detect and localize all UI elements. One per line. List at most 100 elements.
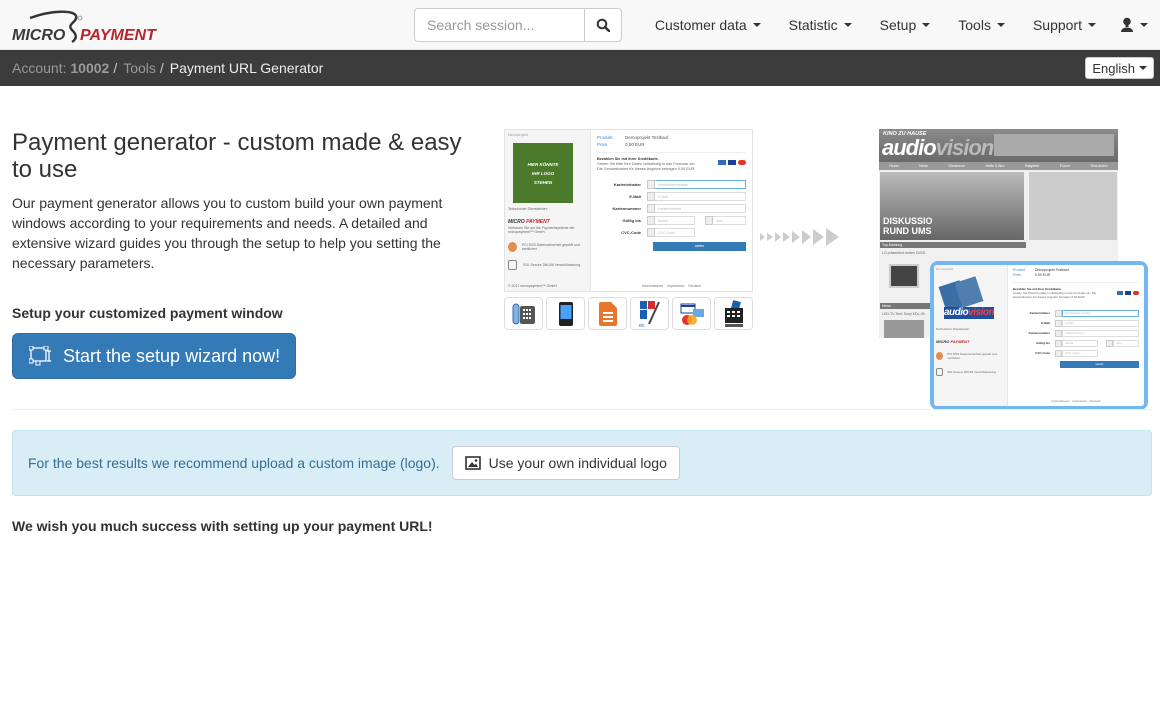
arrow-sequence (760, 228, 839, 246)
field-label: Gültig bis (622, 218, 641, 223)
ec-debit-icon[interactable]: ec (630, 297, 669, 330)
use-own-logo-button[interactable]: Use your own individual logo (451, 446, 680, 480)
pci-seal: PCI DSS Datensicherheit geprüft und zert… (936, 352, 1005, 360)
product-label: Produkt (597, 135, 613, 140)
mobile-payment-icon[interactable] (546, 297, 585, 330)
intro-description: Our payment generator allows you to cust… (12, 195, 443, 271)
mastercard-icon (738, 160, 746, 165)
field-label: Karteninhaber (613, 182, 641, 187)
field-input: Kartennummer (1062, 329, 1139, 337)
pci-badge-icon (936, 352, 944, 360)
caret-down-icon (1139, 66, 1147, 70)
embedded-form: Produkt Demoprojekt Testkauf Preis 0,50 EU… (1008, 265, 1144, 406)
micropayment-logo[interactable]: MICRO PAYMENT (12, 8, 162, 44)
field-row: Gültig bis Monat Jahr (597, 216, 746, 225)
site-logo: audiovision (882, 135, 994, 160)
pay-title: Bezahlen Sie mit Ihrer Kreditkarte. (597, 157, 659, 161)
breadcrumb-account[interactable]: Account: 10002 (12, 60, 109, 76)
user-icon (1055, 309, 1062, 317)
field-input: Kartennummer (655, 204, 746, 213)
menu-customer-data[interactable]: Customer data (641, 0, 775, 50)
user-icon (647, 180, 655, 189)
arrow-icon (775, 232, 781, 242)
menu-support[interactable]: Support (1019, 0, 1110, 50)
prepaid-card-icon[interactable] (714, 297, 753, 330)
ssl-lock-icon (936, 368, 943, 376)
mag-logo-b: vision (968, 307, 995, 318)
site-header: KINO ZU HAUSE audiovision (879, 129, 1118, 162)
breadcrumb-separator: / (159, 60, 164, 76)
wizard-button-label: Start the setup wizard now! (63, 345, 281, 366)
caret-down-icon (996, 23, 1005, 27)
field-label: CVC-Code (1035, 351, 1050, 355)
phone-payment-icon[interactable] (504, 297, 543, 330)
use-own-logo-label: Use your own individual logo (488, 455, 667, 471)
search-button[interactable] (584, 8, 622, 42)
svg-text:PAYMENT: PAYMENT (80, 27, 157, 44)
pci-text: PCI DSS Datensicherheit geprüft und zert… (521, 243, 580, 251)
site-logo-a: audio (882, 135, 937, 160)
price-row: Preis 0,50 EUR (1013, 273, 1139, 278)
site-nav-item: Test-Archiv (1090, 164, 1108, 168)
invoice-icon[interactable] (588, 297, 627, 330)
menu-label: Statistic (788, 17, 838, 33)
mini-logo-right: PAYMENT (950, 339, 970, 344)
breadcrumb-tools[interactable]: Tools (123, 60, 156, 76)
search-session-input[interactable] (414, 8, 584, 42)
field-row: E-Mail E-Mail (597, 192, 746, 201)
ssl-seal: SSL Secure 256-Bit Verschlüsselung (936, 368, 1005, 376)
menu-label: Support (1032, 17, 1082, 33)
field-label: Karteninhaber (1029, 311, 1050, 315)
site-top-headline: LG präsentiert ersten OLED (882, 251, 926, 255)
logo-placeholder-line: HIER KÖNNTE (527, 161, 559, 167)
menu-tools[interactable]: Tools (944, 0, 1019, 50)
calendar-icon (647, 216, 655, 225)
pay-info: Bezahlen Sie mit Ihrer Kreditkarte. Geben… (1013, 287, 1103, 299)
menu-statistic[interactable]: Statistic (775, 0, 866, 50)
pay-info: Bezahlen Sie mit Ihrer Kreditkarte. Gebe… (597, 157, 746, 172)
mp-trust-text: Vertrauen Sie auf die Paymentsysteme der… (508, 226, 575, 234)
menu-setup[interactable]: Setup (866, 0, 945, 50)
visa-icon (1125, 291, 1131, 295)
custom-logo-image: audiovision (938, 276, 995, 321)
preview-divider (597, 152, 746, 153)
alert-text: For the best results we recommend upload… (28, 455, 440, 471)
mini-logo-right: PAYMENT (526, 219, 550, 225)
footer-link: Impressum (667, 284, 685, 288)
footer-link: Informationen (641, 284, 664, 288)
language-selector[interactable]: English (1085, 57, 1154, 79)
preview-demo-label: Demoprojekt (508, 133, 528, 137)
site-hero-text: DISKUSSIO RUND UMS (883, 216, 933, 236)
section-divider (12, 409, 1152, 410)
session-search (414, 8, 622, 42)
site-nav-item: Hefte & Abo (985, 164, 1005, 168)
breadcrumb-bar: Account: 10002 / Tools / Payment URL Gen… (0, 50, 1160, 86)
credit-card-icon[interactable] (672, 297, 711, 330)
start-wizard-button[interactable]: Start the setup wizard now! (12, 333, 296, 379)
field-input: CVC-Code (1062, 349, 1098, 357)
field-row: Gültig bis Monat Jahr (1013, 339, 1139, 347)
preview-footer: Informationen Impressum Deutsch (591, 284, 752, 288)
site-side-banner (1029, 172, 1117, 240)
svg-text:ec: ec (639, 323, 645, 328)
ssl-lock-icon (508, 260, 517, 270)
card-logos (718, 160, 746, 165)
site-nav-item: Forum (1059, 164, 1070, 168)
field-label: Kartennummer (612, 206, 641, 211)
card-icon (647, 204, 655, 213)
field-input: E-Mail (655, 192, 746, 201)
price-value: 0,50 EUR (625, 142, 645, 147)
footer-link: Informationen (1051, 399, 1070, 403)
site-hero: DISKUSSIO RUND UMS (880, 172, 1024, 240)
tv-image (889, 264, 919, 288)
preview-sidebar: Demoprojekt HIER KÖNNTE IHR LOGO STEHEN … (505, 130, 591, 291)
embedded-payment-inner: Demoprojekt audiovision Technischer Dien… (934, 265, 1144, 406)
site-nav-item: Showroom (948, 164, 966, 168)
user-menu[interactable] (1110, 0, 1160, 50)
field-label: Kartennummer (1028, 331, 1050, 335)
payment-methods: ec (504, 297, 753, 330)
field-row: Kartennummer Kartennummer (597, 204, 746, 213)
field-input: Monat (1062, 339, 1098, 347)
preview-submit-button: weiter (653, 242, 746, 251)
page-title: Payment generator - custom made & easy t… (12, 129, 462, 183)
